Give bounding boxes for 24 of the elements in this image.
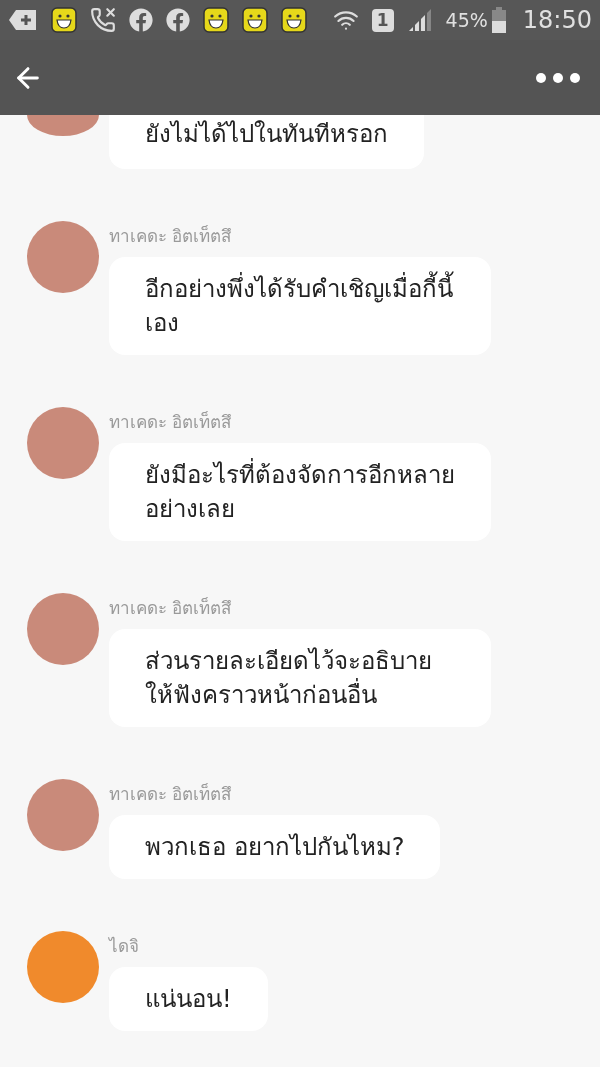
message-bubble: ยังไม่ได้ไปในทันทีหรอก <box>109 115 424 169</box>
sender-name: ทาเคดะ อิตเท็ตสึ <box>109 224 233 248</box>
message-bubble: อีกอย่างพึ่งได้รับคำเชิญเมื่อกี้นี้เอง <box>109 257 491 355</box>
smiley-icon <box>50 7 77 33</box>
signal-icon <box>406 7 433 33</box>
tag-plus-icon <box>8 8 38 32</box>
sim-card-label: 1 <box>371 8 394 32</box>
sender-name: ทาเคดะ อิตเท็ตสึ <box>109 596 233 620</box>
sender-name: ไดจิ <box>109 935 140 958</box>
facebook-icon <box>128 8 153 32</box>
message-bubble: แน่นอน! <box>109 967 268 1031</box>
battery-percentage: 45% <box>445 7 488 33</box>
sender-name: ทาเคดะ อิตเท็ตสึ <box>109 410 233 434</box>
sender-name: ทาเคดะ อิตเท็ตสึ <box>109 782 233 806</box>
message-bubble: ส่วนรายละเอียดไว้จะอธิบายให้ฟังคราวหน้าก่อนอื่น <box>109 629 491 727</box>
missed-call-icon <box>89 7 116 33</box>
smiley-icon <box>241 7 268 33</box>
battery-icon <box>491 7 506 33</box>
clock-time: 18:50 <box>522 5 592 36</box>
smiley-icon <box>280 7 307 33</box>
message-bubble: ยังมีอะไรที่ต้องจัดการอีกหลายอย่างเลย <box>109 443 491 541</box>
message-bubble: พวกเธอ อยากไปกันไหม? <box>109 815 441 879</box>
facebook-icon <box>165 8 190 32</box>
smiley-icon <box>202 7 229 33</box>
